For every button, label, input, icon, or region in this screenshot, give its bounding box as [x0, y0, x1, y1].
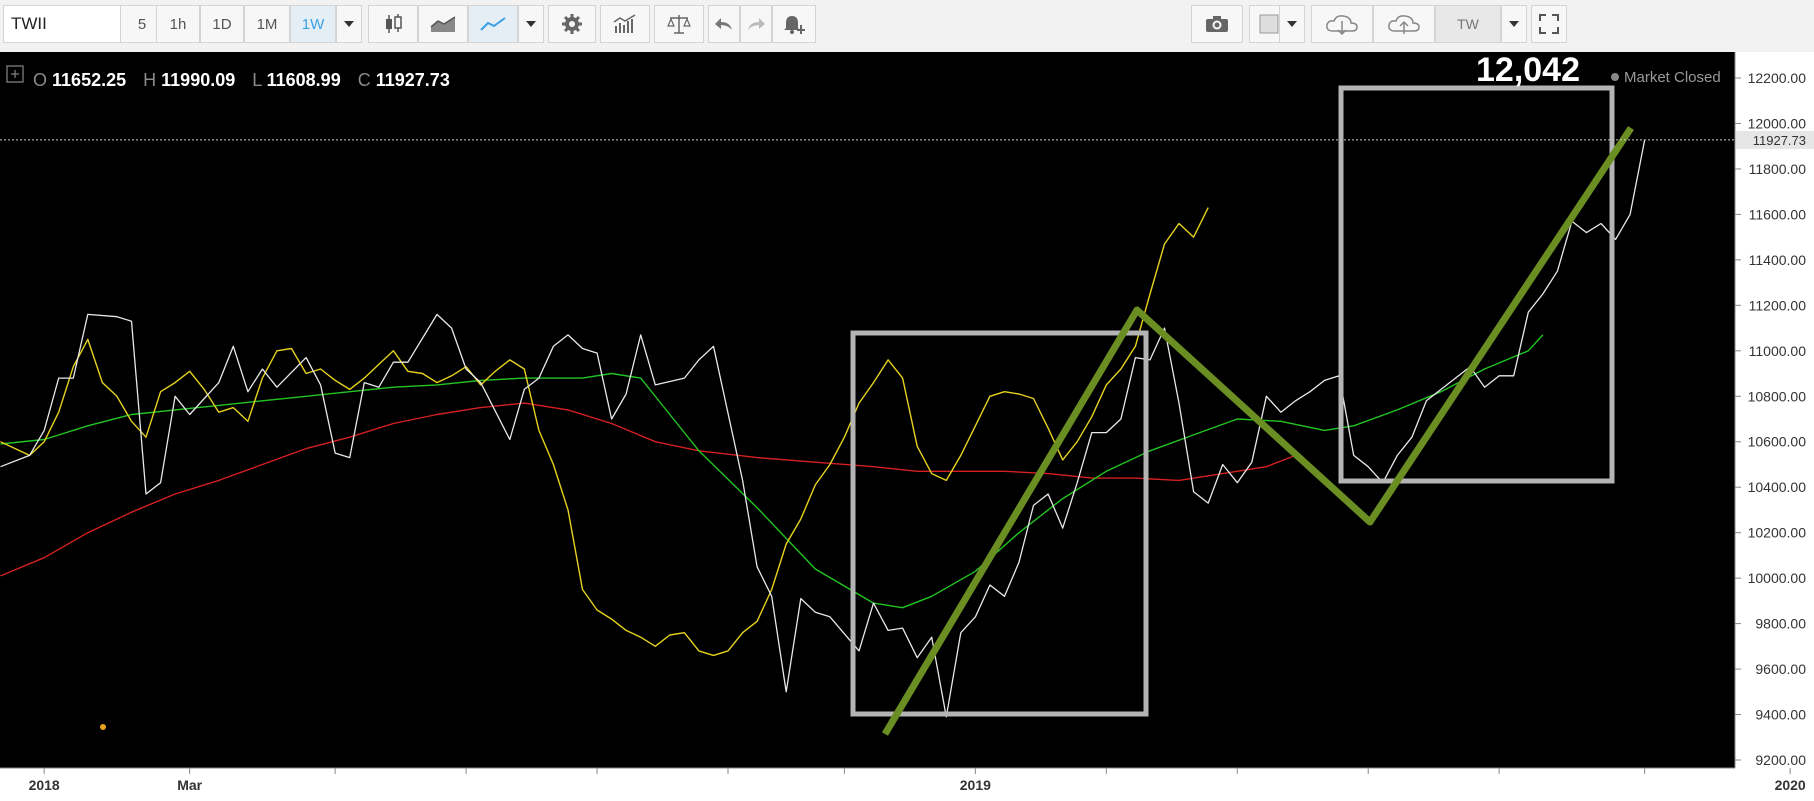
style-dropdown-button[interactable]: [518, 5, 544, 43]
time-axis: [0, 768, 1814, 801]
y-tick-label: 11600.00: [1749, 206, 1807, 222]
y-tick-label: 9800.00: [1755, 616, 1806, 632]
x-tick-label: Mar: [177, 777, 202, 793]
cloud-upload-icon: [1388, 15, 1420, 34]
scales-icon: [667, 15, 691, 34]
y-tick-label: 10200.00: [1748, 525, 1807, 541]
interval-1w-button[interactable]: 1W: [290, 5, 336, 43]
market-status-dot: [1611, 73, 1619, 81]
y-tick-label: 11800.00: [1749, 161, 1807, 177]
symbol-input[interactable]: TWII: [3, 5, 132, 43]
high-value: 11990.09: [161, 70, 235, 90]
alert-bell-icon: [784, 16, 805, 34]
interval-1h-button[interactable]: 1h: [156, 5, 200, 43]
settings-button[interactable]: [548, 5, 596, 43]
y-tick-label: 12000.00: [1748, 115, 1807, 131]
indicators-button[interactable]: [600, 5, 650, 43]
last-price-label: 11927.73: [1753, 133, 1806, 148]
chevron-down-icon: [1509, 21, 1519, 27]
interval-1m-button[interactable]: 1M: [244, 5, 290, 43]
y-tick-label: 10400.00: [1748, 479, 1807, 495]
line-style-button[interactable]: [468, 5, 518, 43]
undo-icon: [715, 18, 732, 30]
y-tick-label: 9400.00: [1755, 707, 1806, 723]
snapshot-button[interactable]: [1191, 5, 1243, 43]
line-chart-icon: [480, 17, 506, 31]
open-label: O: [33, 70, 47, 90]
candlestick-icon: [386, 14, 402, 33]
fullscreen-icon: [1539, 14, 1559, 34]
color-swatch-icon: [1259, 14, 1279, 34]
high-label: H: [143, 70, 156, 90]
close-value: 11927.73: [376, 70, 450, 90]
close-label: C: [358, 70, 371, 90]
interval-1d-button[interactable]: 1D: [200, 5, 244, 43]
candles-style-button[interactable]: [368, 5, 418, 43]
y-tick-label: 10000.00: [1748, 570, 1807, 586]
y-tick-label: 11400.00: [1749, 252, 1807, 268]
chevron-down-icon: [526, 21, 536, 27]
color-dropdown-button[interactable]: [1279, 5, 1305, 43]
y-tick-label: 11000.00: [1749, 343, 1807, 359]
compare-button[interactable]: [654, 5, 704, 43]
redo-button[interactable]: [740, 5, 772, 43]
exchange-selector[interactable]: TW: [1435, 5, 1501, 43]
cloud-download-icon: [1326, 15, 1358, 35]
undo-button[interactable]: [708, 5, 740, 43]
market-status: Market Closed: [1624, 69, 1721, 86]
add-alert-button[interactable]: [772, 5, 816, 43]
indicators-icon: [613, 14, 636, 33]
y-tick-label: 9200.00: [1755, 752, 1806, 768]
area-style-button[interactable]: [418, 5, 468, 43]
chart-area[interactable]: 9200.00 9400.00 9600.00 9800.00 10000.00 1020…: [0, 52, 1814, 801]
ohlc-legend: O 11652.25 H 11990.09 L 11608.99 C 11927…: [6, 65, 450, 90]
plot-background: [0, 52, 1735, 768]
load-chart-button[interactable]: [1311, 5, 1373, 43]
chevron-down-icon: [1287, 21, 1297, 27]
x-tick-label: 2020: [1775, 777, 1806, 793]
y-tick-label: 10600.00: [1748, 434, 1807, 450]
price-annotation-text: 12,042: [1476, 52, 1580, 89]
gear-icon: [562, 14, 582, 34]
low-label: L: [252, 70, 262, 90]
x-tick-label: 2019: [960, 777, 991, 793]
open-value: 11652.25: [52, 70, 126, 90]
fullscreen-button[interactable]: [1531, 5, 1567, 43]
redo-icon: [748, 18, 765, 30]
y-tick-label: 9600.00: [1755, 661, 1806, 677]
camera-icon: [1206, 16, 1228, 32]
y-tick-label: 12200.00: [1748, 70, 1807, 86]
y-tick-label: 11200.00: [1749, 297, 1807, 313]
chevron-down-icon: [344, 21, 354, 27]
low-value: 11608.99: [267, 70, 341, 90]
marker-dot: [100, 724, 106, 730]
exchange-dropdown-button[interactable]: [1501, 5, 1527, 43]
y-tick-label: 10800.00: [1748, 388, 1807, 404]
x-tick-label: 2018: [29, 777, 60, 793]
interval-dropdown-button[interactable]: [336, 5, 362, 43]
area-chart-icon: [430, 16, 456, 32]
toolbar: TWII 5 1h 1D 1M 1W TW: [0, 0, 1814, 53]
save-chart-button[interactable]: [1373, 5, 1435, 43]
